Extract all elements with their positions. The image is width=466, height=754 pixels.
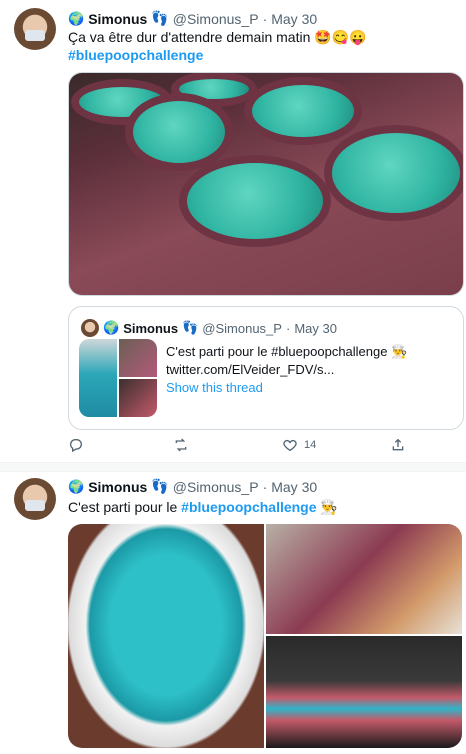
- tweet-body: Ça va être dur d'attendre demain matin 🤩…: [68, 29, 367, 45]
- avatar[interactable]: [14, 8, 56, 50]
- retweet-button[interactable]: [173, 437, 189, 453]
- cook-emoji: 👨‍🍳: [320, 499, 338, 515]
- tweet-header: 🌍 Simonus 👣 @Simonus_P · May 30: [68, 478, 317, 495]
- display-name[interactable]: Simonus: [88, 11, 147, 27]
- quoted-tweet-body: C'est parti pour le #bluepoopchallenge 👨…: [166, 343, 456, 397]
- timestamp[interactable]: May 30: [271, 479, 317, 495]
- like-count: 14: [304, 439, 317, 451]
- tweet-text: C'est parti pour le #bluepoopchallenge 👨…: [68, 498, 458, 516]
- hashtag-link[interactable]: #bluepoopchallenge: [68, 46, 458, 64]
- heart-icon: [283, 439, 297, 452]
- feet-icon: 👣: [151, 478, 169, 494]
- show-thread-link[interactable]: Show this thread: [166, 379, 456, 397]
- display-name[interactable]: Simonus: [88, 479, 147, 495]
- tweet-header: 🌍 Simonus 👣 @Simonus_P · May 30: [68, 10, 317, 27]
- quoted-tweet[interactable]: 🌍 Simonus 👣 @Simonus_P · May 30 C'est pa…: [68, 306, 464, 430]
- avatar: [81, 319, 99, 337]
- reply-icon: [70, 439, 82, 453]
- handle: @Simonus_P: [202, 320, 282, 336]
- quoted-link[interactable]: twitter.com/ElVeider_FDV/s...: [166, 361, 456, 379]
- bowl-image[interactable]: [68, 524, 264, 748]
- tweet-actions: 14: [68, 437, 458, 457]
- separator-dot: ·: [262, 10, 268, 27]
- avatar[interactable]: [14, 478, 56, 520]
- tweet-divider: [0, 462, 466, 472]
- handle[interactable]: @Simonus_P: [173, 11, 259, 27]
- reply-button[interactable]: [68, 437, 84, 453]
- tweet-image[interactable]: [68, 72, 464, 296]
- quoted-thumbnail: [79, 339, 157, 417]
- globe-icon: 🌍: [68, 478, 85, 494]
- tweet-body-prefix: C'est parti pour le: [68, 499, 182, 515]
- mold-image[interactable]: [266, 524, 462, 634]
- separator-dot: ·: [285, 320, 291, 336]
- feet-icon: 👣: [151, 10, 169, 26]
- timestamp: May 30: [294, 320, 337, 336]
- tweet-image-grid[interactable]: [68, 524, 462, 748]
- tweet-text: Ça va être dur d'attendre demain matin 🤩…: [68, 28, 458, 64]
- share-icon: [392, 438, 404, 451]
- timestamp[interactable]: May 30: [271, 11, 317, 27]
- display-name: Simonus: [123, 320, 179, 336]
- like-button[interactable]: 14: [282, 437, 316, 453]
- globe-icon: 🌍: [68, 10, 85, 26]
- quoted-tweet-header: 🌍 Simonus 👣 @Simonus_P · May 30: [81, 319, 337, 337]
- separator-dot: ·: [262, 478, 268, 495]
- globe-icon: 🌍: [103, 320, 120, 335]
- quoted-text: C'est parti pour le #bluepoopchallenge 👨…: [166, 344, 408, 359]
- tweet-2[interactable]: 🌍 Simonus 👣 @Simonus_P · May 30 C'est pa…: [0, 472, 466, 754]
- handle[interactable]: @Simonus_P: [173, 479, 259, 495]
- share-button[interactable]: [390, 437, 406, 453]
- retweet-icon: [175, 438, 187, 452]
- muffin-tray-image: [69, 73, 463, 295]
- hashtag-link[interactable]: #bluepoopchallenge: [181, 499, 316, 515]
- feet-icon: 👣: [182, 320, 199, 335]
- tweet-1[interactable]: 🌍 Simonus 👣 @Simonus_P · May 30 Ça va êt…: [0, 0, 466, 460]
- oven-image[interactable]: [266, 636, 462, 748]
